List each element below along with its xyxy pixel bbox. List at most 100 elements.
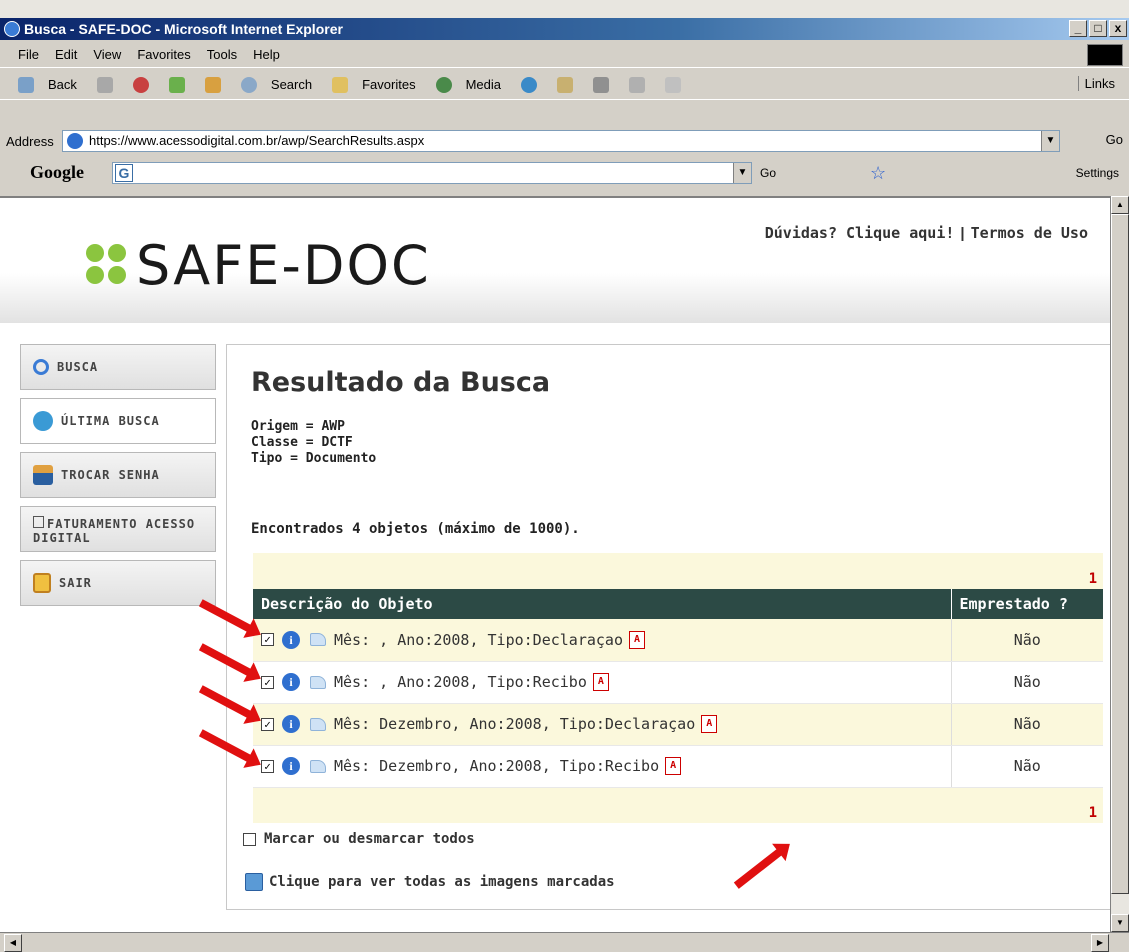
pager-row-bottom: 1: [253, 787, 1103, 823]
page-link-top[interactable]: 1: [1089, 571, 1097, 587]
google-logo[interactable]: Google: [30, 162, 84, 183]
stop-button[interactable]: [132, 76, 159, 93]
column-header-description[interactable]: Descrição do Objeto: [253, 589, 951, 619]
nav-sair-label: SAIR: [59, 576, 92, 590]
pdf-icon[interactable]: A: [592, 673, 609, 691]
menu-edit[interactable]: Edit: [55, 47, 77, 62]
media-button[interactable]: Media: [435, 76, 511, 93]
refresh-icon: [168, 76, 185, 93]
pdf-icon[interactable]: A: [628, 630, 645, 649]
media-label: Media: [465, 77, 501, 92]
row-lent: Não: [950, 703, 1103, 746]
column-header-lent[interactable]: Emprestado ?: [950, 589, 1103, 619]
terms-link[interactable]: Termos de Uso: [971, 224, 1088, 242]
table-row: ✓ i Mês: Dezembro, Ano:2008, Tipo:Declar…: [253, 703, 1103, 746]
history-button[interactable]: [521, 76, 547, 93]
search-icon: [240, 76, 257, 93]
address-input[interactable]: https://www.acessodigital.com.br/awp/Sea…: [62, 130, 1060, 152]
info-icon[interactable]: i: [282, 630, 300, 649]
go-button[interactable]: Go: [1106, 132, 1123, 147]
favorites-label: Favorites: [362, 77, 416, 92]
print-button[interactable]: [593, 76, 619, 93]
scroll-left-button[interactable]: ◀: [4, 934, 22, 952]
mark-all-checkbox[interactable]: [243, 832, 256, 846]
scroll-thumb[interactable]: [1111, 214, 1129, 894]
google-settings-button[interactable]: Settings: [1076, 166, 1119, 180]
row-lent: Não: [950, 619, 1103, 662]
menu-help[interactable]: Help: [253, 47, 280, 62]
table-row: ✓ i Mês: , Ano:2008, Tipo:Declaraçao A N…: [253, 619, 1103, 662]
horizontal-scrollbar[interactable]: ◀ ▶: [0, 932, 1129, 952]
last-search-icon: [33, 411, 53, 431]
magnifier-icon: [33, 359, 49, 375]
view-all-label[interactable]: Clique para ver todas as imagens marcada…: [269, 874, 615, 890]
home-button[interactable]: [204, 76, 231, 93]
nav-trocar-senha[interactable]: TROCAR SENHA: [20, 452, 216, 498]
document-icon: [33, 515, 44, 528]
scroll-up-button[interactable]: ▲: [1111, 196, 1129, 214]
safe-doc-logo[interactable]: SAFE-DOC: [86, 234, 431, 297]
nav-faturamento-text: FATURAMENTO ACESSO DIGITAL: [33, 516, 196, 545]
mail-button[interactable]: [557, 76, 583, 93]
google-dropdown-button[interactable]: ▼: [733, 163, 751, 183]
row-checkbox[interactable]: ✓: [261, 633, 274, 647]
maximize-button[interactable]: □: [1089, 20, 1107, 37]
logo-text: SAFE-DOC: [136, 234, 431, 297]
page-link-bottom[interactable]: 1: [1089, 805, 1097, 821]
favorites-button[interactable]: Favorites: [332, 76, 425, 93]
links-button[interactable]: Links: [1077, 76, 1115, 91]
row-checkbox[interactable]: ✓: [261, 759, 274, 773]
row-checkbox[interactable]: ✓: [261, 675, 274, 689]
row-description[interactable]: Mês: Dezembro, Ano:2008, Tipo:Declaraçao: [334, 715, 695, 733]
results-panel: Resultado da Busca Origem = AWP Classe =…: [226, 344, 1110, 910]
row-lent: Não: [950, 661, 1103, 704]
home-icon: [204, 76, 221, 93]
google-g-icon[interactable]: G: [115, 164, 133, 182]
google-go-button[interactable]: Go: [760, 166, 776, 180]
row-description[interactable]: Mês: , Ano:2008, Tipo:Declaraçao: [334, 631, 623, 649]
nav-busca[interactable]: BUSCA: [20, 344, 216, 390]
menu-tools[interactable]: Tools: [207, 47, 237, 62]
menu-file[interactable]: File: [18, 47, 39, 62]
vertical-scrollbar[interactable]: ▲ ▼: [1110, 196, 1129, 932]
results-table: 1 Descrição do Objeto Emprestado ? ✓ i M…: [253, 553, 1103, 823]
document-icon: [310, 717, 326, 731]
pdf-icon[interactable]: A: [665, 757, 682, 775]
pager-row-top: 1: [253, 553, 1103, 589]
edit-button[interactable]: [629, 76, 655, 93]
menu-favorites[interactable]: Favorites: [137, 47, 190, 62]
forward-button[interactable]: [96, 76, 123, 93]
nav-faturamento[interactable]: FATURAMENTO ACESSO DIGITAL: [20, 506, 216, 552]
nav-ultima-busca[interactable]: ÚLTIMA BUSCA: [20, 398, 216, 444]
scroll-down-button[interactable]: ▼: [1111, 914, 1129, 932]
scroll-right-button[interactable]: ▶: [1091, 934, 1109, 952]
page-icon: [67, 133, 83, 149]
back-button[interactable]: Back: [18, 76, 87, 93]
mark-all-label[interactable]: Marcar ou desmarcar todos: [264, 831, 475, 847]
nav-sair[interactable]: SAIR: [20, 560, 216, 606]
bookmark-star-icon[interactable]: ☆: [870, 163, 886, 184]
search-button[interactable]: Search: [240, 76, 322, 93]
info-icon[interactable]: i: [282, 757, 300, 775]
row-description[interactable]: Mês: Dezembro, Ano:2008, Tipo:Recibo: [334, 757, 659, 775]
minimize-button[interactable]: _: [1069, 20, 1087, 37]
google-search-input[interactable]: G ▼: [112, 162, 752, 184]
address-dropdown-button[interactable]: ▼: [1041, 131, 1059, 151]
help-link[interactable]: Dúvidas? Clique aqui!: [765, 224, 955, 242]
windows-logo-icon: [1087, 44, 1123, 66]
menu-view[interactable]: View: [93, 47, 121, 62]
discuss-button[interactable]: [665, 76, 691, 93]
address-url: https://www.acessodigital.com.br/awp/Sea…: [89, 133, 425, 148]
view-all-link[interactable]: Clique para ver todas as imagens marcada…: [245, 873, 615, 891]
info-icon[interactable]: i: [282, 673, 300, 691]
close-button[interactable]: x: [1109, 20, 1127, 37]
refresh-button[interactable]: [168, 76, 195, 93]
pdf-icon[interactable]: A: [701, 715, 718, 733]
row-description[interactable]: Mês: , Ano:2008, Tipo:Recibo: [334, 673, 587, 691]
search-label: Search: [270, 77, 313, 92]
menu-bar: File Edit View Favorites Tools Help: [0, 42, 1129, 68]
window-title: Busca - SAFE-DOC - Microsoft Internet Ex…: [24, 21, 343, 37]
row-checkbox[interactable]: ✓: [261, 717, 274, 731]
mark-all-control[interactable]: Marcar ou desmarcar todos: [243, 831, 475, 847]
info-icon[interactable]: i: [282, 715, 300, 733]
